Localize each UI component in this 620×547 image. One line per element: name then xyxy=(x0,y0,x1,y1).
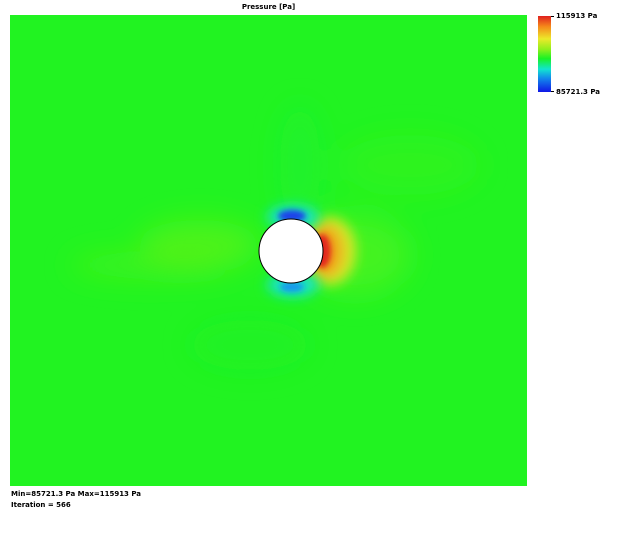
colorbar-min-label: 85721.3 Pa xyxy=(556,88,600,96)
colorbar xyxy=(538,16,551,92)
pressure-field xyxy=(10,15,527,486)
iteration-readout: Iteration = 566 xyxy=(11,501,71,509)
pressure-field-canvas xyxy=(10,15,527,486)
colorbar-max-label: 115913 Pa xyxy=(556,12,598,20)
plot-title: Pressure [Pa] xyxy=(241,3,296,11)
cylinder-obstacle xyxy=(258,218,324,284)
min-max-readout: Min=85721.3 Pa Max=115913 Pa xyxy=(11,490,142,498)
colorbar-max-tick xyxy=(551,16,554,17)
colorbar-min-tick xyxy=(551,91,554,92)
